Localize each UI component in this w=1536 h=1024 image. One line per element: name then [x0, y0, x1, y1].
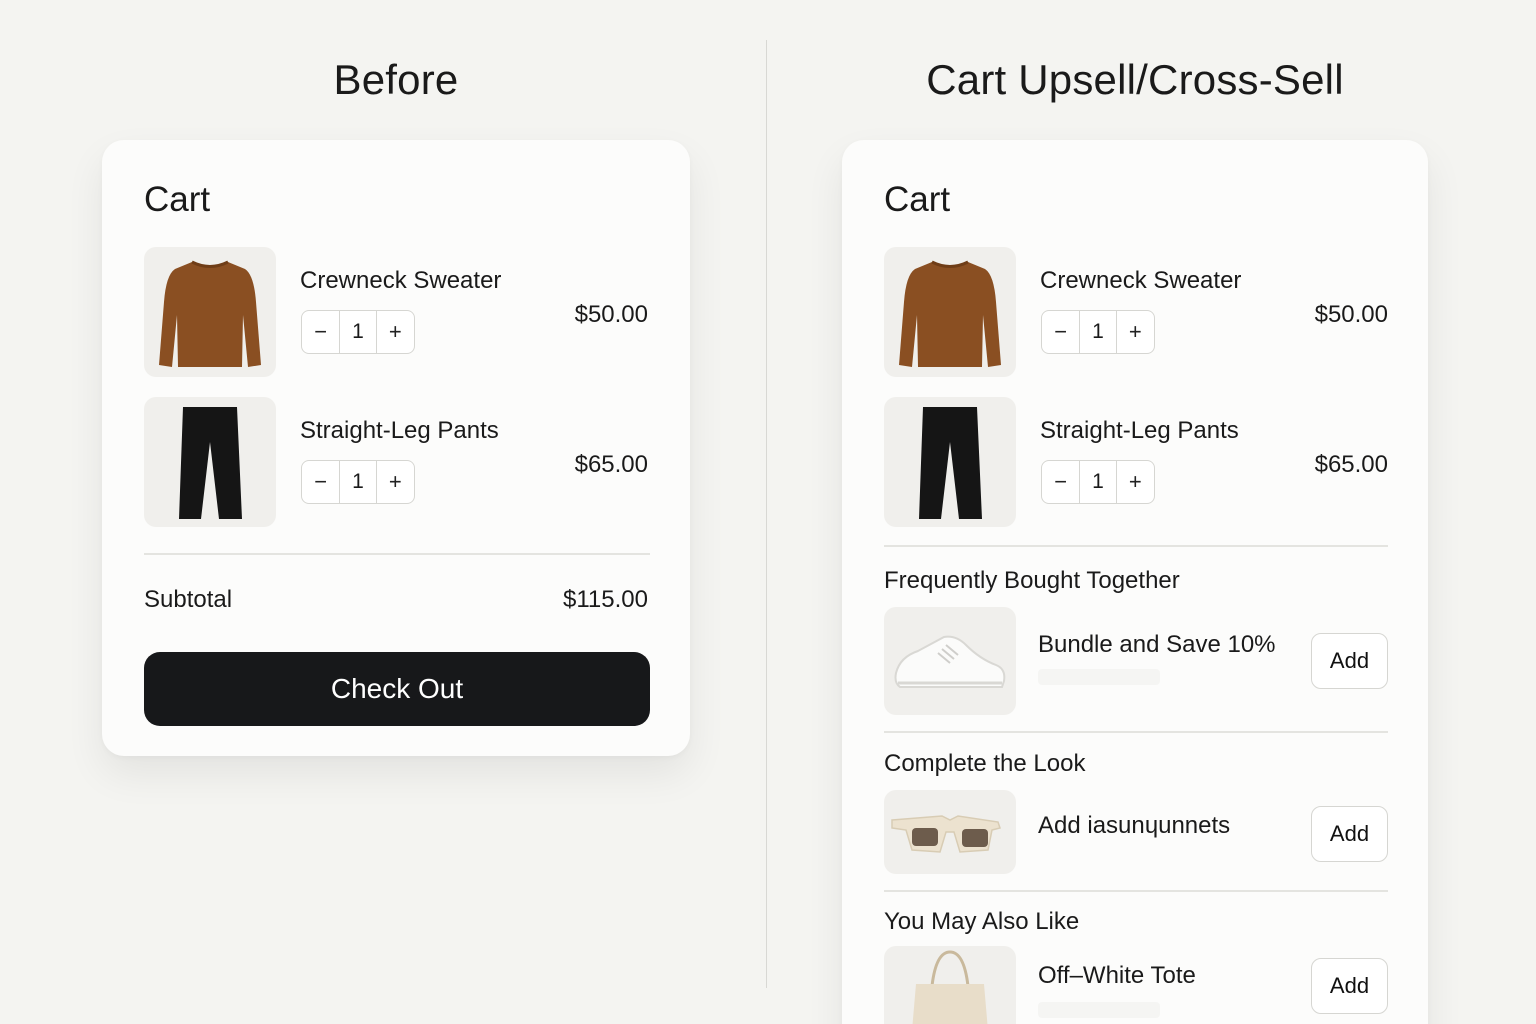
increase-quantity-button[interactable]: + — [377, 461, 414, 503]
cart-card-before: Cart Crewneck Sweater − 1 + $50.00 Strai… — [102, 140, 690, 756]
quantity-value[interactable]: 1 — [339, 461, 377, 503]
increase-quantity-button[interactable]: + — [1117, 461, 1154, 503]
quantity-value[interactable]: 1 — [339, 311, 377, 353]
cart-card-upsell: Cart Crewneck Sweater − 1 + $50.00 Strai… — [842, 140, 1428, 1024]
add-button[interactable]: Add — [1311, 958, 1388, 1014]
add-button[interactable]: Add — [1311, 633, 1388, 689]
upsell-placeholder-bar — [1038, 1002, 1160, 1018]
comparison-divider — [766, 40, 767, 988]
item-name: Crewneck Sweater — [300, 267, 502, 294]
upsell-item-sunglasses: Add iasunɥunnets Add — [884, 790, 1388, 874]
item-name: Crewneck Sweater — [1040, 267, 1242, 294]
item-name: Straight-Leg Pants — [1040, 417, 1239, 444]
checkout-button[interactable]: Check Out — [144, 652, 650, 726]
divider — [884, 731, 1388, 733]
section-title-complete-look: Complete the Look — [884, 750, 1086, 777]
divider — [884, 545, 1388, 547]
add-button[interactable]: Add — [1311, 806, 1388, 862]
cart-item-pants: Straight-Leg Pants − 1 + $65.00 — [884, 397, 1388, 527]
divider — [884, 890, 1388, 892]
decrease-quantity-button[interactable]: − — [1042, 461, 1079, 503]
upsell-product-name: Bundle and Save 10% — [1038, 631, 1276, 658]
decrease-quantity-button[interactable]: − — [1042, 311, 1079, 353]
increase-quantity-button[interactable]: + — [377, 311, 414, 353]
divider — [144, 553, 650, 555]
tote-bag-image — [884, 946, 1016, 1024]
sunglasses-image — [884, 790, 1016, 874]
sweater-image — [144, 247, 276, 377]
quantity-stepper: − 1 + — [301, 460, 415, 504]
before-heading: Before — [333, 56, 459, 103]
cart-item-sweater: Crewneck Sweater − 1 + $50.00 — [884, 247, 1388, 377]
quantity-stepper: − 1 + — [301, 310, 415, 354]
upsell-product-name: Add iasunɥunnets — [1038, 812, 1231, 839]
quantity-stepper: − 1 + — [1041, 460, 1155, 504]
upsell-item-tote: Off–White Tote Add — [884, 946, 1388, 1024]
subtotal-value: $115.00 — [563, 586, 648, 613]
decrease-quantity-button[interactable]: − — [302, 311, 339, 353]
item-price: $50.00 — [574, 301, 648, 328]
sneaker-image — [884, 607, 1016, 715]
item-name: Straight-Leg Pants — [300, 417, 499, 444]
section-title-frequently-bought: Frequently Bought Together — [884, 567, 1180, 594]
item-price: $65.00 — [574, 451, 648, 478]
quantity-value[interactable]: 1 — [1079, 461, 1117, 503]
upsell-item-sneaker: Bundle and Save 10% Add — [884, 607, 1388, 715]
item-price: $65.00 — [1314, 451, 1388, 478]
cart-item-sweater: Crewneck Sweater − 1 + $50.00 — [144, 247, 648, 377]
pants-image — [884, 397, 1016, 527]
upsell-placeholder-bar — [1038, 669, 1160, 685]
cart-item-pants: Straight-Leg Pants − 1 + $65.00 — [144, 397, 648, 527]
decrease-quantity-button[interactable]: − — [302, 461, 339, 503]
section-title-may-also-like: You May Also Like — [884, 908, 1080, 935]
subtotal-label: Subtotal — [144, 586, 233, 613]
quantity-stepper: − 1 + — [1041, 310, 1155, 354]
increase-quantity-button[interactable]: + — [1117, 311, 1154, 353]
pants-image — [144, 397, 276, 527]
upsell-product-name: Off–White Tote — [1038, 962, 1196, 989]
cart-title: Cart — [144, 180, 211, 219]
upsell-heading: Cart Upsell/Cross-Sell — [926, 56, 1344, 103]
quantity-value[interactable]: 1 — [1079, 311, 1117, 353]
item-price: $50.00 — [1314, 301, 1388, 328]
sweater-image — [884, 247, 1016, 377]
cart-title: Cart — [884, 180, 951, 219]
